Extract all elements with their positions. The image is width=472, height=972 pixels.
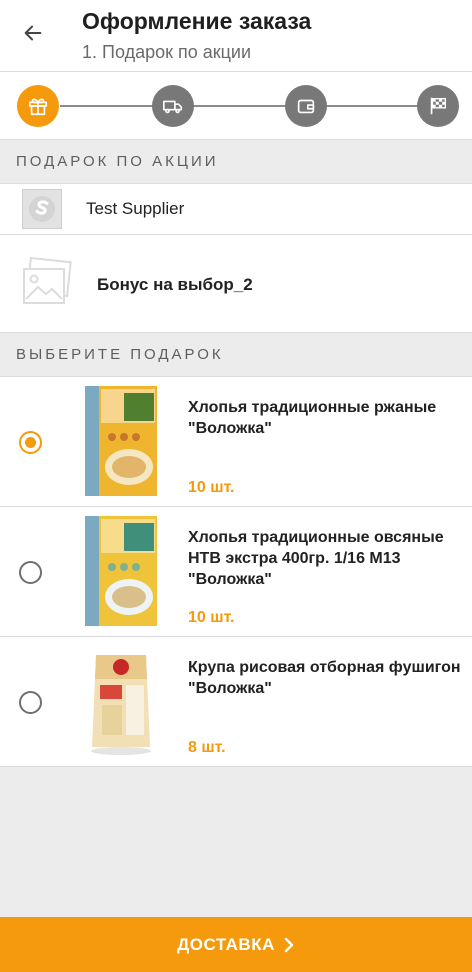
supplier-row: Test Supplier bbox=[0, 184, 472, 235]
page-subtitle: 1. Подарок по акции bbox=[82, 42, 252, 62]
delivery-next-label: ДОСТАВКА bbox=[177, 934, 275, 954]
app-header: Оформление заказа 1. Подарок по акции bbox=[0, 0, 472, 72]
step-gift[interactable] bbox=[17, 85, 59, 127]
step-connector bbox=[60, 105, 156, 107]
bonus-name: Бонус на выбор_2 bbox=[97, 275, 253, 294]
supplier-name: Test Supplier bbox=[86, 199, 185, 218]
delivery-truck-icon bbox=[163, 100, 183, 114]
product-quantity: 10 шт. bbox=[188, 609, 235, 626]
product-row[interactable]: Хлопья традиционные овсяные НТВ экстра 4… bbox=[0, 507, 472, 637]
chevron-right-icon bbox=[284, 937, 294, 952]
step-payment[interactable] bbox=[285, 85, 327, 127]
product-quantity: 8 шт. bbox=[188, 739, 226, 756]
section-header-gift: ПОДАРОК ПО АКЦИИ bbox=[0, 140, 472, 184]
section-header-choose: ВЫБЕРИТЕ ПОДАРОК bbox=[0, 333, 472, 377]
finish-flag-icon bbox=[430, 97, 447, 115]
wallet-icon bbox=[297, 99, 315, 114]
back-button[interactable] bbox=[16, 16, 50, 50]
page-title: Оформление заказа bbox=[82, 8, 312, 34]
product-radio[interactable] bbox=[19, 691, 42, 714]
product-name: Хлопья традиционные овсяные НТВ экстра 4… bbox=[188, 529, 444, 588]
product-radio[interactable] bbox=[19, 431, 42, 454]
gift-icon bbox=[28, 98, 48, 116]
product-image bbox=[85, 516, 157, 626]
product-image bbox=[91, 655, 151, 755]
checkout-stepper bbox=[0, 72, 472, 140]
supplier-logo bbox=[22, 189, 62, 229]
step-connector bbox=[326, 105, 420, 107]
product-row[interactable]: Хлопья традиционные ржаные "Воложка" 10 … bbox=[0, 377, 472, 507]
product-name: Крупа рисовая отборная фушигон "Воложка" bbox=[188, 659, 461, 697]
product-row[interactable]: Крупа рисовая отборная фушигон "Воложка"… bbox=[0, 637, 472, 767]
delivery-next-button[interactable]: ДОСТАВКА bbox=[0, 917, 472, 972]
bonus-row: Бонус на выбор_2 bbox=[0, 235, 472, 333]
step-finish[interactable] bbox=[417, 85, 459, 127]
product-name: Хлопья традиционные ржаные "Воложка" bbox=[188, 399, 437, 437]
image-placeholder-icon bbox=[23, 257, 72, 304]
step-delivery[interactable] bbox=[152, 85, 194, 127]
product-quantity: 10 шт. bbox=[188, 479, 235, 496]
product-radio[interactable] bbox=[19, 561, 42, 584]
arrow-left-icon bbox=[24, 25, 42, 41]
product-image bbox=[85, 386, 157, 496]
step-connector bbox=[193, 105, 288, 107]
supplier-s-logo-icon bbox=[29, 196, 55, 222]
